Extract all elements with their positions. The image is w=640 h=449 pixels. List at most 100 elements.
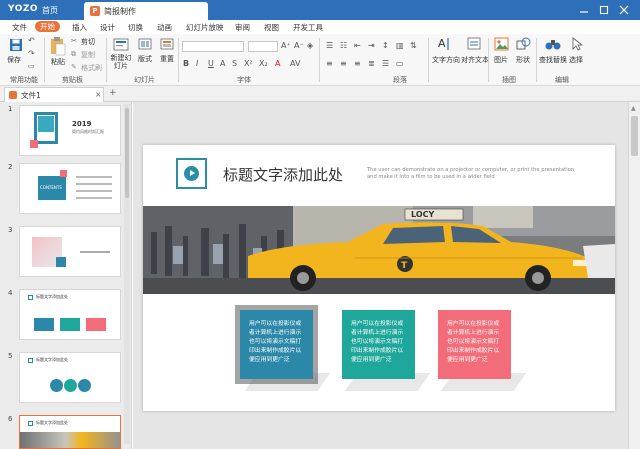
slide-thumbnail-2[interactable]: CONTENTS <box>19 163 121 214</box>
italic-icon[interactable]: I <box>196 59 198 68</box>
slide-title[interactable]: 标题文字添加此处 <box>223 164 343 185</box>
file-tab[interactable]: 文件1 × <box>4 87 104 102</box>
underline-icon[interactable]: U <box>208 59 214 68</box>
play-icon <box>184 166 199 181</box>
street-scene: LOCY T <box>143 206 615 294</box>
menu-transition[interactable]: 切换 <box>128 22 143 33</box>
cut-button[interactable]: 剪切 <box>81 37 95 47</box>
slide-thumbnail-4[interactable]: 标题文字添加此处 <box>19 289 121 340</box>
menu-developer[interactable]: 开发工具 <box>293 22 323 33</box>
line-spacing-icon[interactable]: ↕ <box>382 41 389 50</box>
divider <box>488 38 489 82</box>
text-direction-button[interactable]: A <box>437 36 451 54</box>
copy-button[interactable]: 复制 <box>81 50 95 60</box>
char-spacing-icon[interactable]: AV <box>290 59 300 68</box>
taxi-sign-text: LOCY <box>411 210 434 219</box>
document-tab[interactable]: P 简报制作 <box>84 2 208 20</box>
decrease-indent-icon[interactable]: ⇤ <box>354 41 361 50</box>
menu-insert[interactable]: 插入 <box>72 22 87 33</box>
select-button[interactable] <box>571 37 584 53</box>
clear-format-icon[interactable]: ◈ <box>307 41 313 50</box>
new-slide-label: 新建幻灯片 <box>110 54 132 70</box>
thumb-card <box>86 318 106 331</box>
menu-design[interactable]: 设计 <box>100 22 115 33</box>
redo-icon[interactable]: ↷ <box>28 49 35 58</box>
reset-icon <box>160 38 174 50</box>
decrease-font-icon[interactable]: A⁻ <box>294 41 304 50</box>
maximize-button[interactable] <box>598 4 610 16</box>
thumb-circle <box>64 379 77 392</box>
align-text-button[interactable] <box>467 36 481 54</box>
close-button[interactable] <box>618 4 630 16</box>
justify-icon[interactable]: ≣ <box>368 59 375 68</box>
picture-button[interactable] <box>494 37 509 53</box>
sort-icon[interactable]: ⇅ <box>410 41 417 50</box>
align-right-icon[interactable]: ≡ <box>354 59 361 68</box>
group-clipboard: 剪贴板 <box>62 76 83 84</box>
increase-indent-icon[interactable]: ⇥ <box>368 41 375 50</box>
distribute-icon[interactable]: ☰ <box>382 59 389 68</box>
menu-view[interactable]: 视图 <box>264 22 279 33</box>
save-button[interactable] <box>9 38 23 54</box>
reset-button[interactable] <box>160 38 174 52</box>
info-card-2[interactable]: 用户可以在投影仪或者计算机上进行演示也可以将演示文稿打印出来制作成胶片以便应用到… <box>342 310 415 379</box>
canvas-scrollbar[interactable]: ▲ <box>628 102 640 449</box>
font-size-select[interactable] <box>248 41 278 52</box>
canvas-scroll-thumb[interactable] <box>631 116 638 156</box>
text-direction-icon: A <box>438 37 449 50</box>
info-card-3[interactable]: 用户可以在投影仪或者计算机上进行演示也可以将演示文稿打印出来制作成胶片以便应用到… <box>438 310 511 379</box>
menu-review[interactable]: 审阅 <box>235 22 250 33</box>
align-center-icon[interactable]: ≡ <box>340 59 347 68</box>
columns-icon[interactable]: ▥ <box>396 41 404 50</box>
thumb-heading: 标题文字添加此处 <box>36 294 68 299</box>
add-tab-icon[interactable]: + <box>109 88 117 98</box>
info-card-1[interactable]: 用户可以在投影仪或者计算机上进行演示也可以将演示文稿打印出来制作成胶片以便应用到… <box>240 310 313 379</box>
slide-description[interactable]: The user can demonstrate on a projector … <box>367 167 582 181</box>
slide-thumbnail-6[interactable]: 标题文字添加此处 <box>19 415 121 449</box>
bullets-icon[interactable]: ☰ <box>326 41 333 50</box>
undo-icon[interactable]: ↶ <box>28 36 35 45</box>
layout-button[interactable] <box>138 38 152 52</box>
increase-font-icon[interactable]: A⁺ <box>281 41 291 50</box>
numbering-icon[interactable]: ☷ <box>340 41 347 50</box>
current-slide[interactable]: 标题文字添加此处 The user can demonstrate on a p… <box>143 145 615 411</box>
copy-icon[interactable]: ⧉ <box>71 50 76 59</box>
text-direction-label: 文字方向 <box>432 56 460 64</box>
slide-thumbnail-1[interactable]: 2019 简约风格时尚汇报 <box>19 105 121 156</box>
menu-file[interactable]: 文件 <box>12 22 27 33</box>
align-left-icon[interactable]: ≡ <box>326 59 333 68</box>
menu-home[interactable]: 开始 <box>35 21 60 32</box>
file-tab-icon <box>9 91 17 99</box>
menu-slideshow[interactable]: 幻灯片放映 <box>186 22 224 33</box>
slide-thumbnail-3[interactable] <box>19 226 121 277</box>
font-color-icon[interactable]: A <box>275 59 280 68</box>
slide-thumbnail-5[interactable]: 标题文字添加此处 <box>19 352 121 403</box>
close-tab-icon[interactable]: × <box>95 90 101 99</box>
font-family-select[interactable] <box>182 41 244 52</box>
scroll-up-icon[interactable]: ▲ <box>631 105 636 112</box>
thumb-icon <box>28 295 33 300</box>
picture-label: 图片 <box>494 56 508 64</box>
subscript-icon[interactable]: X₂ <box>259 59 268 68</box>
cut-icon[interactable]: ✂ <box>71 37 77 45</box>
select-label: 选择 <box>569 56 583 64</box>
shadow-icon[interactable]: A <box>220 59 225 68</box>
superscript-icon[interactable]: X² <box>244 59 253 68</box>
strikethrough-icon[interactable]: S <box>232 59 237 68</box>
shape-button[interactable] <box>516 37 531 53</box>
taxi-photo[interactable]: LOCY T <box>143 206 615 294</box>
shape-icon <box>516 37 531 50</box>
bold-icon[interactable]: B <box>183 59 189 68</box>
print-icon[interactable]: ▭ <box>28 62 35 70</box>
paste-button[interactable] <box>50 36 66 58</box>
text-box-icon[interactable]: ▭ <box>396 59 404 68</box>
new-slide-button[interactable] <box>113 38 129 54</box>
minimize-button[interactable] <box>578 4 590 16</box>
format-painter-button[interactable]: 格式刷 <box>81 63 102 73</box>
thumbnail-scroll-thumb[interactable] <box>125 108 129 198</box>
find-replace-button[interactable] <box>545 37 561 53</box>
divider <box>106 38 107 82</box>
format-painter-icon[interactable]: ✎ <box>71 63 77 71</box>
home-tab[interactable]: 首页 <box>42 5 58 16</box>
menu-animation[interactable]: 动画 <box>157 22 172 33</box>
